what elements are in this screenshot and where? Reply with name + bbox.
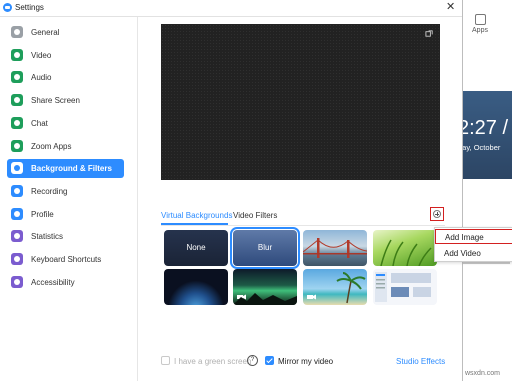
video-camera-icon <box>233 293 297 305</box>
zoom-logo-icon <box>3 3 12 12</box>
menu-item-label: Add Video <box>444 249 481 258</box>
apps-label: Apps <box>472 27 488 34</box>
recording-icon <box>11 184 23 197</box>
beach-image <box>307 272 366 304</box>
settings-window: Settings ✕ General Video Audio Share Scr… <box>0 0 463 381</box>
background-thumbnail-none[interactable]: None <box>164 230 228 266</box>
background-thumbnail-golden-gate-bridge[interactable] <box>303 230 367 266</box>
tab-video-filters[interactable]: Video Filters <box>233 211 277 220</box>
menu-item-add-image[interactable]: Add Image <box>435 229 512 244</box>
sidebar-divider <box>137 17 138 381</box>
video-icon <box>11 48 23 61</box>
sidebar-item-label: Share Screen <box>31 96 80 106</box>
sidebar-item-label: Statistics <box>31 232 64 242</box>
grass-image <box>380 239 432 266</box>
sidebar-item-keyboard-shortcuts[interactable]: Keyboard Shortcuts <box>7 250 124 269</box>
chat-icon <box>11 116 23 129</box>
bridge-image <box>303 238 367 258</box>
apps-icon <box>474 14 486 25</box>
background-thumbnail-blur[interactable]: Blur <box>230 227 300 269</box>
tabs-divider <box>161 225 445 226</box>
tab-virtual-backgrounds[interactable]: Virtual Backgrounds <box>161 211 232 220</box>
background-thumbnail-custom-screenshot[interactable] <box>373 269 437 305</box>
studio-effects-link[interactable]: Studio Effects <box>396 357 445 366</box>
sidebar-item-statistics[interactable]: Statistics <box>7 227 124 246</box>
sidebar-item-recording[interactable]: Recording <box>7 182 124 201</box>
accessibility-icon <box>11 275 23 288</box>
zoom-apps-icon <box>11 139 23 152</box>
video-preview <box>161 24 440 180</box>
background-thumbnail-beach[interactable] <box>303 269 367 305</box>
menu-item-add-video[interactable]: Add Video <box>435 245 512 261</box>
thumbnail-label: Blur <box>257 243 273 252</box>
sidebar-item-label: Profile <box>31 209 54 219</box>
mirror-video-label: Mirror my video <box>278 357 334 366</box>
apps-button[interactable]: Apps <box>462 14 498 44</box>
sidebar-item-share-screen[interactable]: Share Screen <box>7 91 124 110</box>
sidebar-item-profile[interactable]: Profile <box>7 205 124 224</box>
clock-date: day, October <box>458 143 501 152</box>
keyboard-icon <box>11 253 23 265</box>
sidebar-item-video[interactable]: Video <box>7 46 124 65</box>
background-thumbnail-grass[interactable] <box>373 230 437 266</box>
sidebar-item-label: Recording <box>31 186 68 196</box>
settings-sidebar: General Video Audio Share Screen Chat Zo… <box>0 17 137 381</box>
sidebar-item-chat[interactable]: Chat <box>7 114 124 133</box>
background-thumbnail-aurora[interactable] <box>233 269 297 305</box>
statistics-icon <box>11 230 23 243</box>
green-screen-checkbox[interactable] <box>161 356 170 365</box>
background-icon <box>11 162 23 175</box>
green-screen-label: I have a green screen <box>174 357 252 366</box>
sidebar-item-background-filters[interactable]: Background & Filters <box>7 159 124 179</box>
rotate-icon[interactable] <box>425 29 434 38</box>
watermark: wsxdn.com <box>465 370 501 377</box>
sidebar-item-zoom-apps[interactable]: Zoom Apps <box>7 137 124 156</box>
gear-icon <box>11 26 23 38</box>
sidebar-item-label: Keyboard Shortcuts <box>31 255 102 264</box>
settings-footer: I have a green screen ? Mirror my video … <box>161 355 451 369</box>
window-title: Settings <box>15 3 44 12</box>
profile-icon <box>11 207 23 220</box>
menu-item-label: Add Image <box>445 233 484 242</box>
screenshot-image <box>375 272 431 302</box>
add-background-menu: Add Image Add Video <box>434 227 512 262</box>
clock-time: 2:27 / <box>458 117 509 139</box>
sidebar-item-general[interactable]: General <box>7 23 124 42</box>
mirror-video-checkbox[interactable] <box>265 356 274 365</box>
sidebar-item-accessibility[interactable]: Accessibility <box>7 273 124 292</box>
background-tabs: Virtual Backgrounds Video Filters <box>161 209 440 225</box>
sidebar-item-audio[interactable]: Audio <box>7 68 124 87</box>
plus-icon <box>433 210 441 218</box>
background-app-panel <box>460 0 512 381</box>
sidebar-item-label: Accessibility <box>31 277 75 287</box>
headphones-icon <box>11 71 23 84</box>
sidebar-item-label: Zoom Apps <box>31 141 72 151</box>
sidebar-item-label: Background & Filters <box>31 164 112 174</box>
sidebar-item-label: Video <box>31 50 52 60</box>
background-thumbnail-earth-from-space[interactable] <box>164 269 228 305</box>
share-screen-icon <box>11 94 23 107</box>
add-background-button[interactable] <box>430 207 444 221</box>
sidebar-item-label: Chat <box>31 118 48 128</box>
title-bar: Settings ✕ <box>0 0 462 17</box>
sidebar-item-label: General <box>31 28 60 37</box>
thumbnail-label: None <box>186 243 206 252</box>
help-icon[interactable]: ? <box>247 355 258 366</box>
close-button[interactable]: ✕ <box>446 1 455 13</box>
sidebar-item-label: Audio <box>31 73 52 83</box>
